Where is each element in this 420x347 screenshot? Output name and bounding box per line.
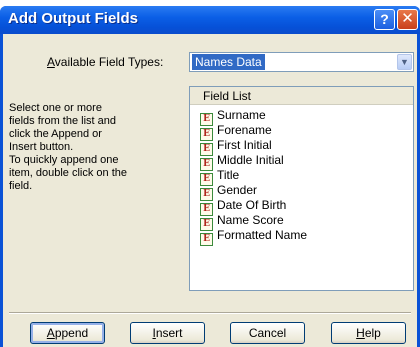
instruction-text-1: Select one or more fields from the list …	[9, 102, 116, 153]
append-button[interactable]: Append	[30, 322, 105, 344]
instruction-text-2: To quickly append one item, double click…	[9, 154, 128, 192]
insert-button[interactable]: Insert	[130, 322, 205, 344]
field-list[interactable]: Field List E Surname E Forename E First Ini…	[189, 86, 414, 291]
title-bar[interactable]: Add Output Fields ? ✕	[0, 6, 420, 34]
list-item[interactable]: E Surname	[200, 108, 266, 126]
field-types-label: Available Field Types:	[47, 55, 164, 69]
cancel-button[interactable]: Cancel	[230, 322, 305, 344]
list-item[interactable]: E Gender	[200, 183, 257, 201]
field-list-header[interactable]: Field List	[190, 87, 413, 105]
list-item[interactable]: E Middle Initial	[200, 153, 284, 171]
window-title: Add Output Fields	[8, 10, 138, 27]
dialog-window: Add Output Fields ? ✕ Available Field Ty…	[0, 6, 420, 347]
field-types-dropdown[interactable]: Names Data ▼	[189, 52, 414, 72]
list-item[interactable]: E Formatted Name	[200, 228, 307, 246]
question-icon: ?	[380, 11, 389, 27]
list-item[interactable]: E First Initial	[200, 138, 272, 156]
field-types-selected: Names Data	[192, 54, 265, 70]
list-item[interactable]: E Forename	[200, 123, 272, 141]
help-title-button[interactable]: ?	[374, 9, 395, 30]
close-icon: ✕	[401, 10, 414, 27]
list-item[interactable]: E Name Score	[200, 213, 284, 231]
separator-line	[9, 312, 411, 314]
help-button[interactable]: Help	[331, 322, 406, 344]
dialog-body: Available Field Types: Names Data ▼ Sele…	[3, 34, 417, 347]
dropdown-arrow-button[interactable]: ▼	[397, 54, 412, 70]
list-item[interactable]: E Date Of Birth	[200, 198, 286, 216]
close-button[interactable]: ✕	[397, 9, 418, 30]
field-icon: E	[200, 233, 213, 246]
list-item[interactable]: E Title	[200, 168, 239, 186]
chevron-down-icon: ▼	[400, 57, 409, 67]
